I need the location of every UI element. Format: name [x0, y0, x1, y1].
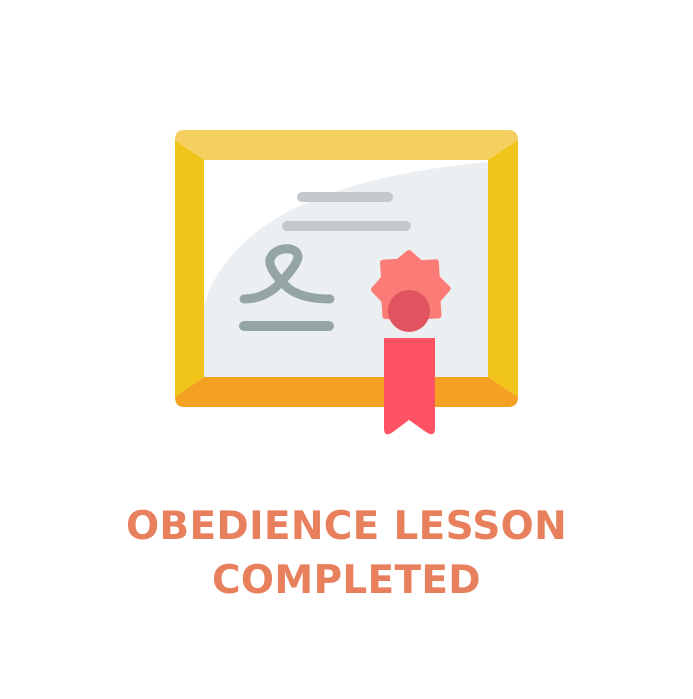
frame-bottom-bevel [175, 377, 518, 407]
achievement-caption: OBEDIENCE LESSON COMPLETED [0, 500, 693, 608]
frame-right-bevel [488, 140, 518, 397]
ribbon-tail [384, 338, 435, 435]
caption-line-1: OBEDIENCE LESSON [125, 504, 568, 549]
frame-top-bevel [175, 130, 518, 160]
frame-left-bevel [175, 140, 204, 397]
seal-center [388, 290, 430, 332]
caption-line-2: COMPLETED [212, 558, 481, 603]
